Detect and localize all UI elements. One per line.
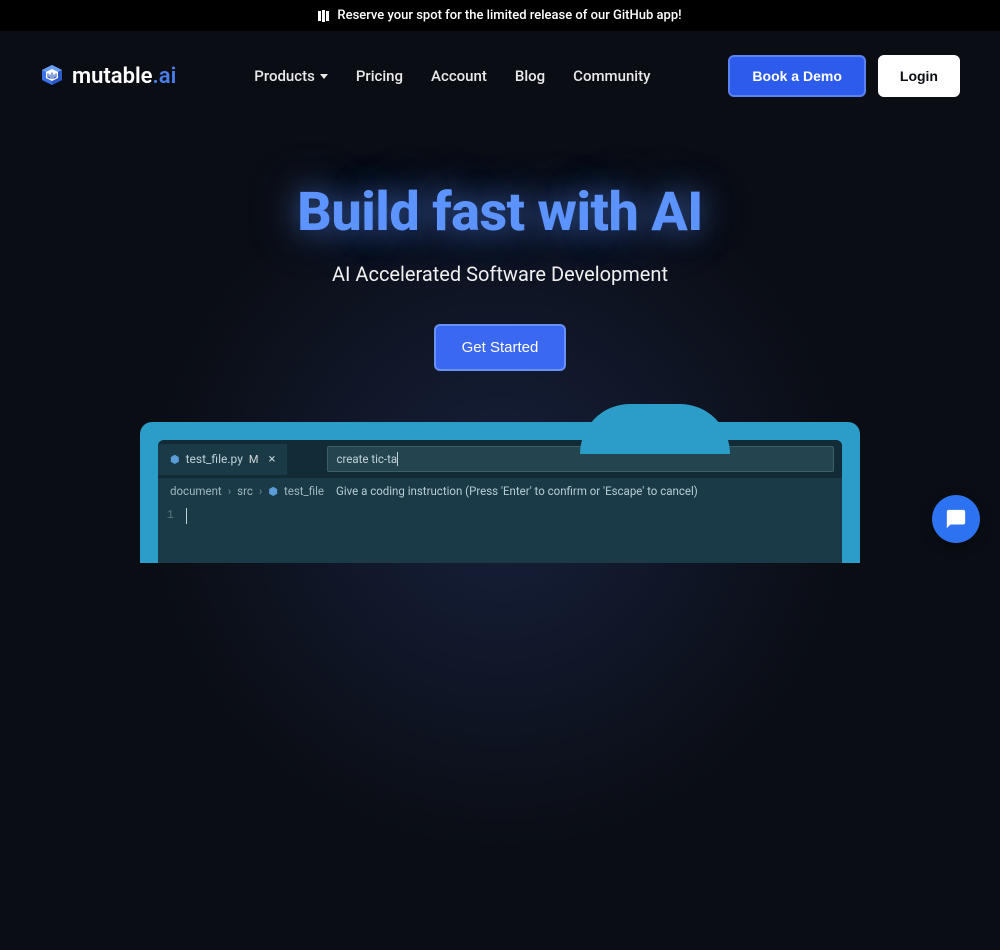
crumb[interactable]: document bbox=[170, 484, 222, 498]
get-started-button[interactable]: Get Started bbox=[434, 324, 567, 371]
python-file-icon: ⬢ bbox=[268, 485, 278, 498]
main-nav: mutable.ai Products Pricing Account Blog… bbox=[0, 31, 1000, 121]
login-button[interactable]: Login bbox=[878, 55, 960, 97]
editor-tab[interactable]: ⬢ test_file.py M × bbox=[158, 444, 287, 475]
code-line[interactable] bbox=[186, 508, 187, 524]
tab-close-icon[interactable]: × bbox=[269, 452, 276, 467]
announcement-bar[interactable]: Reserve your spot for the limited releas… bbox=[0, 0, 1000, 31]
nav-community[interactable]: Community bbox=[573, 67, 650, 85]
nav-menu: Products Pricing Account Blog Community bbox=[254, 67, 650, 85]
tab-filename: test_file.py bbox=[186, 452, 243, 466]
nav-account[interactable]: Account bbox=[431, 67, 487, 85]
editor-preview: ⬢ test_file.py M × create tic-ta documen… bbox=[140, 422, 860, 563]
book-demo-button[interactable]: Book a Demo bbox=[728, 55, 865, 97]
crumb[interactable]: src bbox=[237, 484, 253, 498]
nav-products[interactable]: Products bbox=[254, 67, 328, 85]
nav-blog[interactable]: Blog bbox=[515, 67, 545, 85]
logo[interactable]: mutable.ai bbox=[40, 64, 176, 89]
editor-body: 1 bbox=[158, 504, 842, 528]
command-hint: Give a coding instruction (Press 'Enter'… bbox=[336, 484, 698, 498]
nav-buttons: Book a Demo Login bbox=[728, 55, 960, 97]
crumb[interactable]: test_file bbox=[284, 484, 324, 498]
editor-tab-bar: ⬢ test_file.py M × create tic-ta bbox=[158, 440, 842, 478]
hero-subtitle: AI Accelerated Software Development bbox=[0, 262, 1000, 286]
editor-breadcrumbs: document › src › ⬢ test_file Give a codi… bbox=[158, 478, 842, 504]
logo-text: mutable.ai bbox=[72, 64, 176, 89]
announcement-text: Reserve your spot for the limited releas… bbox=[337, 8, 681, 23]
python-file-icon: ⬢ bbox=[170, 453, 180, 466]
logo-cube-icon bbox=[40, 63, 64, 87]
hero-section: Build fast with AI AI Accelerated Softwa… bbox=[0, 121, 1000, 371]
nav-pricing[interactable]: Pricing bbox=[356, 67, 403, 85]
tab-modified-indicator: M bbox=[249, 453, 259, 466]
chat-bubble-icon bbox=[945, 508, 967, 530]
chevron-down-icon bbox=[320, 74, 328, 79]
chat-widget-button[interactable] bbox=[932, 495, 980, 543]
line-number: 1 bbox=[158, 508, 186, 524]
hero-title: Build fast with AI bbox=[0, 181, 1000, 244]
announcement-icon bbox=[318, 10, 329, 22]
